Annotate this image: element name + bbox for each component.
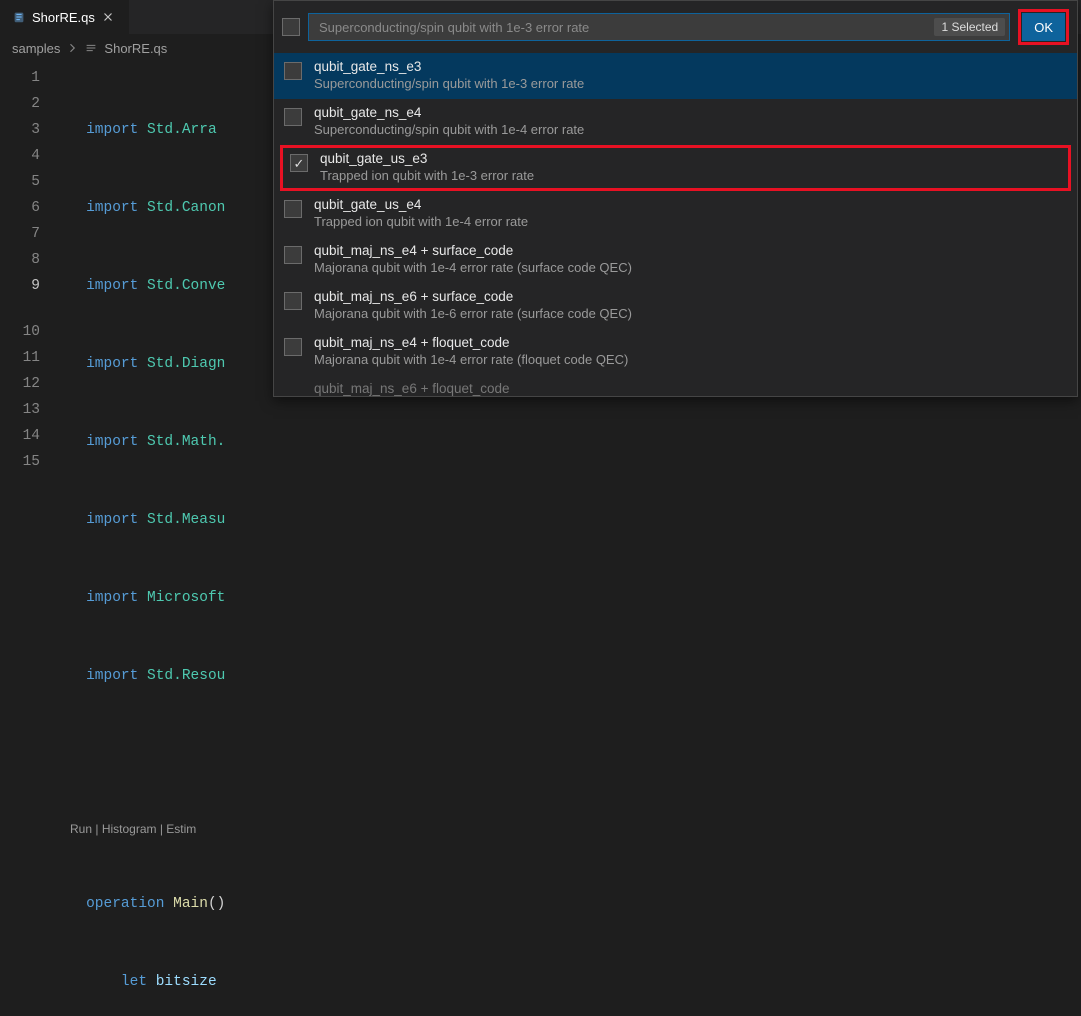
list-item[interactable]: qubit_gate_us_e4 Trapped ion qubit with … — [274, 191, 1077, 237]
list-item[interactable]: qubit_maj_ns_e6 + surface_code Majorana … — [274, 283, 1077, 329]
chevron-right-icon — [66, 42, 78, 54]
breadcrumb-parent[interactable]: samples — [12, 41, 60, 56]
qsharp-file-icon — [84, 41, 98, 55]
close-icon[interactable] — [101, 10, 117, 24]
search-wrap: 1 Selected — [308, 13, 1010, 41]
item-desc: Superconducting/spin qubit with 1e-4 err… — [314, 122, 584, 137]
breadcrumb-file[interactable]: ShorRE.qs — [104, 41, 167, 56]
list-item-cutoff: qubit_maj_ns_e6 + floquet_code — [274, 375, 1077, 396]
item-title: qubit_gate_us_e4 — [314, 197, 528, 212]
list-item[interactable]: qubit_maj_ns_e4 + floquet_code Majorana … — [274, 329, 1077, 375]
item-checkbox[interactable] — [284, 246, 302, 264]
qsharp-file-icon — [12, 10, 26, 24]
list-item[interactable]: qubit_gate_ns_e4 Superconducting/spin qu… — [274, 99, 1077, 145]
item-desc: Majorana qubit with 1e-4 error rate (sur… — [314, 260, 632, 275]
item-desc: Superconducting/spin qubit with 1e-3 err… — [314, 76, 584, 91]
item-checkbox[interactable] — [284, 338, 302, 356]
item-title: qubit_gate_us_e3 — [320, 151, 534, 166]
ok-button[interactable]: OK — [1022, 13, 1065, 41]
quickpick-panel: 1 Selected OK qubit_gate_ns_e3 Supercond… — [273, 0, 1078, 397]
code-lens[interactable]: Run | Histogram | Estim — [60, 819, 1081, 839]
item-desc: Majorana qubit with 1e-6 error rate (sur… — [314, 306, 632, 321]
quickpick-header: 1 Selected OK — [274, 1, 1077, 53]
item-checkbox[interactable] — [284, 62, 302, 80]
tab-title: ShorRE.qs — [32, 10, 95, 25]
item-title: qubit_maj_ns_e4 + floquet_code — [314, 335, 628, 350]
tab-active[interactable]: ShorRE.qs — [0, 0, 129, 34]
list-item[interactable]: qubit_gate_ns_e3 Superconducting/spin qu… — [274, 53, 1077, 99]
list-item[interactable]: qubit_maj_ns_e4 + surface_code Majorana … — [274, 237, 1077, 283]
item-title: qubit_maj_ns_e4 + surface_code — [314, 243, 632, 258]
item-desc: Trapped ion qubit with 1e-3 error rate — [320, 168, 534, 183]
item-desc: Trapped ion qubit with 1e-4 error rate — [314, 214, 528, 229]
highlight-box: OK — [1018, 9, 1069, 45]
highlight-box: qubit_gate_us_e3 Trapped ion qubit with … — [280, 145, 1071, 191]
list-item[interactable]: qubit_gate_us_e3 Trapped ion qubit with … — [290, 151, 1061, 183]
item-checkbox[interactable] — [284, 292, 302, 310]
item-title: qubit_gate_ns_e4 — [314, 105, 584, 120]
item-desc: Majorana qubit with 1e-4 error rate (flo… — [314, 352, 628, 367]
selection-count-badge: 1 Selected — [934, 18, 1005, 36]
select-all-checkbox[interactable] — [282, 18, 300, 36]
quickpick-list[interactable]: qubit_gate_ns_e3 Superconducting/spin qu… — [274, 53, 1077, 396]
item-checkbox[interactable] — [284, 108, 302, 126]
search-input[interactable] — [309, 14, 934, 40]
item-checkbox[interactable] — [290, 154, 308, 172]
item-title: qubit_gate_ns_e3 — [314, 59, 584, 74]
item-title: qubit_maj_ns_e6 + surface_code — [314, 289, 632, 304]
item-checkbox[interactable] — [284, 200, 302, 218]
gutter: 1 2 3 4 5 6 7 8 9 10 11 12 13 14 15 — [0, 61, 60, 1016]
